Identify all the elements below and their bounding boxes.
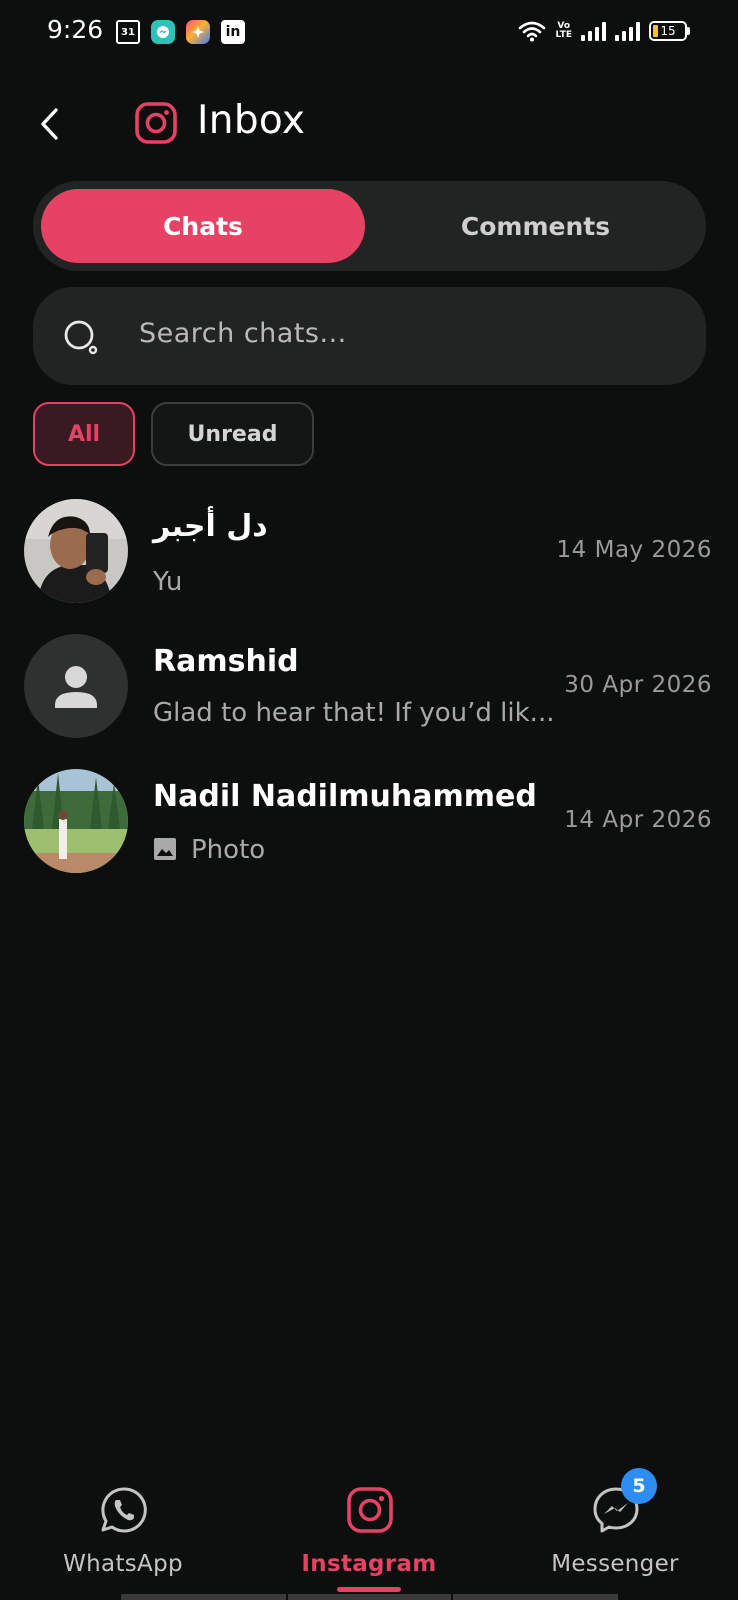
chat-name: Ramshid — [153, 644, 299, 679]
bottom-navigation: WhatsApp Instagram 5 Messenger — [0, 1468, 738, 1600]
chat-list-item[interactable]: دل أجبر Yu 14 May 2026 — [0, 499, 738, 619]
search-placeholder: Search chats... — [139, 318, 347, 349]
chat-preview: Photo — [153, 835, 265, 865]
battery-icon: 15 — [649, 21, 690, 41]
chat-date: 14 Apr 2026 — [564, 807, 712, 833]
chat-preview-text: Photo — [191, 835, 266, 865]
signal-strength-icon — [581, 21, 606, 41]
linkedin-icon: in — [221, 20, 245, 44]
nav-instagram[interactable]: Instagram — [246, 1468, 492, 1600]
system-icons: Vo LTE 15 — [518, 20, 690, 42]
chat-preview: Yu — [153, 567, 183, 597]
system-nav-bar — [453, 1594, 618, 1600]
nav-label: Instagram — [301, 1551, 437, 1577]
chat-type-tabs: Chats Comments — [33, 181, 706, 271]
active-tab-indicator — [337, 1587, 401, 1592]
nav-label: Messenger — [551, 1551, 679, 1577]
signal-strength-icon-2 — [615, 21, 640, 41]
volte-icon: Vo LTE — [555, 21, 572, 40]
chat-date: 30 Apr 2026 — [564, 672, 712, 698]
page-title: Inbox — [197, 98, 306, 143]
system-nav-bar — [121, 1594, 286, 1600]
battery-level: 15 — [660, 24, 676, 38]
nav-messenger[interactable]: 5 Messenger — [492, 1468, 738, 1600]
whatsapp-icon — [101, 1487, 147, 1533]
nav-label: WhatsApp — [63, 1551, 183, 1577]
chat-preview: Glad to hear that! If you’d lik... — [153, 698, 555, 728]
chat-list-item[interactable]: Ramshid Glad to hear that! If you’d lik.… — [0, 634, 738, 754]
chat-list-item[interactable]: Nadil Nadilmuhammed Photo 14 Apr 2026 — [0, 769, 738, 889]
search-icon — [64, 320, 98, 355]
chat-name: Nadil Nadilmuhammed — [153, 779, 537, 814]
inbox-screen: 9:26 31 in Vo LTE 15 Inbox Chats Comment… — [0, 0, 738, 1600]
chat-name: دل أجبر — [153, 509, 268, 544]
nav-whatsapp[interactable]: WhatsApp — [0, 1468, 246, 1600]
notification-icons: 31 in — [116, 20, 245, 44]
status-time: 9:26 — [47, 15, 104, 44]
tab-comments[interactable]: Comments — [373, 189, 698, 263]
instagram-icon — [135, 102, 177, 144]
search-input[interactable]: Search chats... — [33, 287, 706, 385]
messenger-unread-badge: 5 — [621, 1468, 657, 1504]
back-button[interactable] — [30, 100, 70, 148]
avatar — [24, 499, 128, 603]
calendar-icon: 31 — [116, 20, 140, 44]
tab-chats[interactable]: Chats — [41, 189, 365, 263]
gallery-app-icon — [186, 20, 210, 44]
instagram-icon — [347, 1487, 393, 1533]
image-icon — [154, 838, 176, 860]
chat-date: 14 May 2026 — [556, 537, 712, 563]
filter-unread-chip[interactable]: Unread — [151, 402, 314, 466]
chevron-left-icon — [41, 108, 58, 140]
default-person-icon — [55, 666, 97, 708]
filter-all-chip[interactable]: All — [33, 402, 135, 466]
chat-app-icon — [151, 20, 175, 44]
wifi-icon — [519, 21, 546, 42]
status-bar: 9:26 31 in Vo LTE 15 — [0, 0, 738, 66]
system-nav-bar — [288, 1594, 451, 1600]
avatar — [24, 769, 128, 873]
avatar — [24, 634, 128, 738]
